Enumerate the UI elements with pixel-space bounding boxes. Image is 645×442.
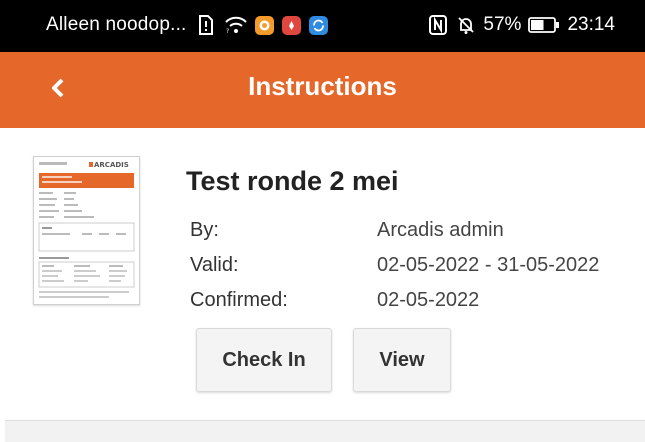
list-divider	[5, 420, 645, 442]
status-bar: Alleen noodop... ? 57% 23:14	[0, 0, 645, 52]
valid-label: Valid:	[190, 254, 239, 276]
confirmed-value: 02-05-2022	[377, 289, 480, 311]
sim-alert-icon	[195, 14, 217, 36]
by-label: By:	[190, 219, 219, 241]
view-button[interactable]: View	[353, 328, 451, 392]
app-bar: Instructions	[0, 52, 645, 128]
wifi-icon: ?	[224, 14, 247, 36]
carrier-label: Alleen noodop...	[46, 14, 187, 35]
by-value: Arcadis admin	[377, 219, 504, 241]
nfc-icon	[427, 14, 449, 36]
thumbnail-brand: ARCADIS	[94, 161, 129, 169]
confirmed-label: Confirmed:	[190, 289, 288, 311]
instruction-title: Test ronde 2 mei	[186, 166, 399, 196]
status-left: Alleen noodop... ?	[46, 14, 328, 36]
status-right: 57% 23:14	[427, 14, 615, 36]
huawei-app-icon	[281, 15, 301, 35]
mute-icon	[455, 14, 477, 36]
check-in-button[interactable]: Check In	[196, 328, 332, 392]
clock: 23:14	[567, 14, 615, 35]
battery-icon	[527, 14, 561, 36]
document-thumbnail[interactable]: ARCADIS	[33, 156, 140, 305]
valid-value: 02-05-2022 - 31-05-2022	[377, 254, 600, 276]
page-title: Instructions	[248, 71, 397, 101]
battery-fill	[531, 20, 544, 30]
app-notification-icon	[254, 15, 274, 35]
battery-percent: 57%	[483, 14, 522, 35]
svg-text:?: ?	[226, 28, 229, 34]
instruction-card: ARCADIS Test ronde 2 mei By: Arcadis adm…	[0, 128, 645, 442]
sync-app-icon	[308, 15, 328, 35]
